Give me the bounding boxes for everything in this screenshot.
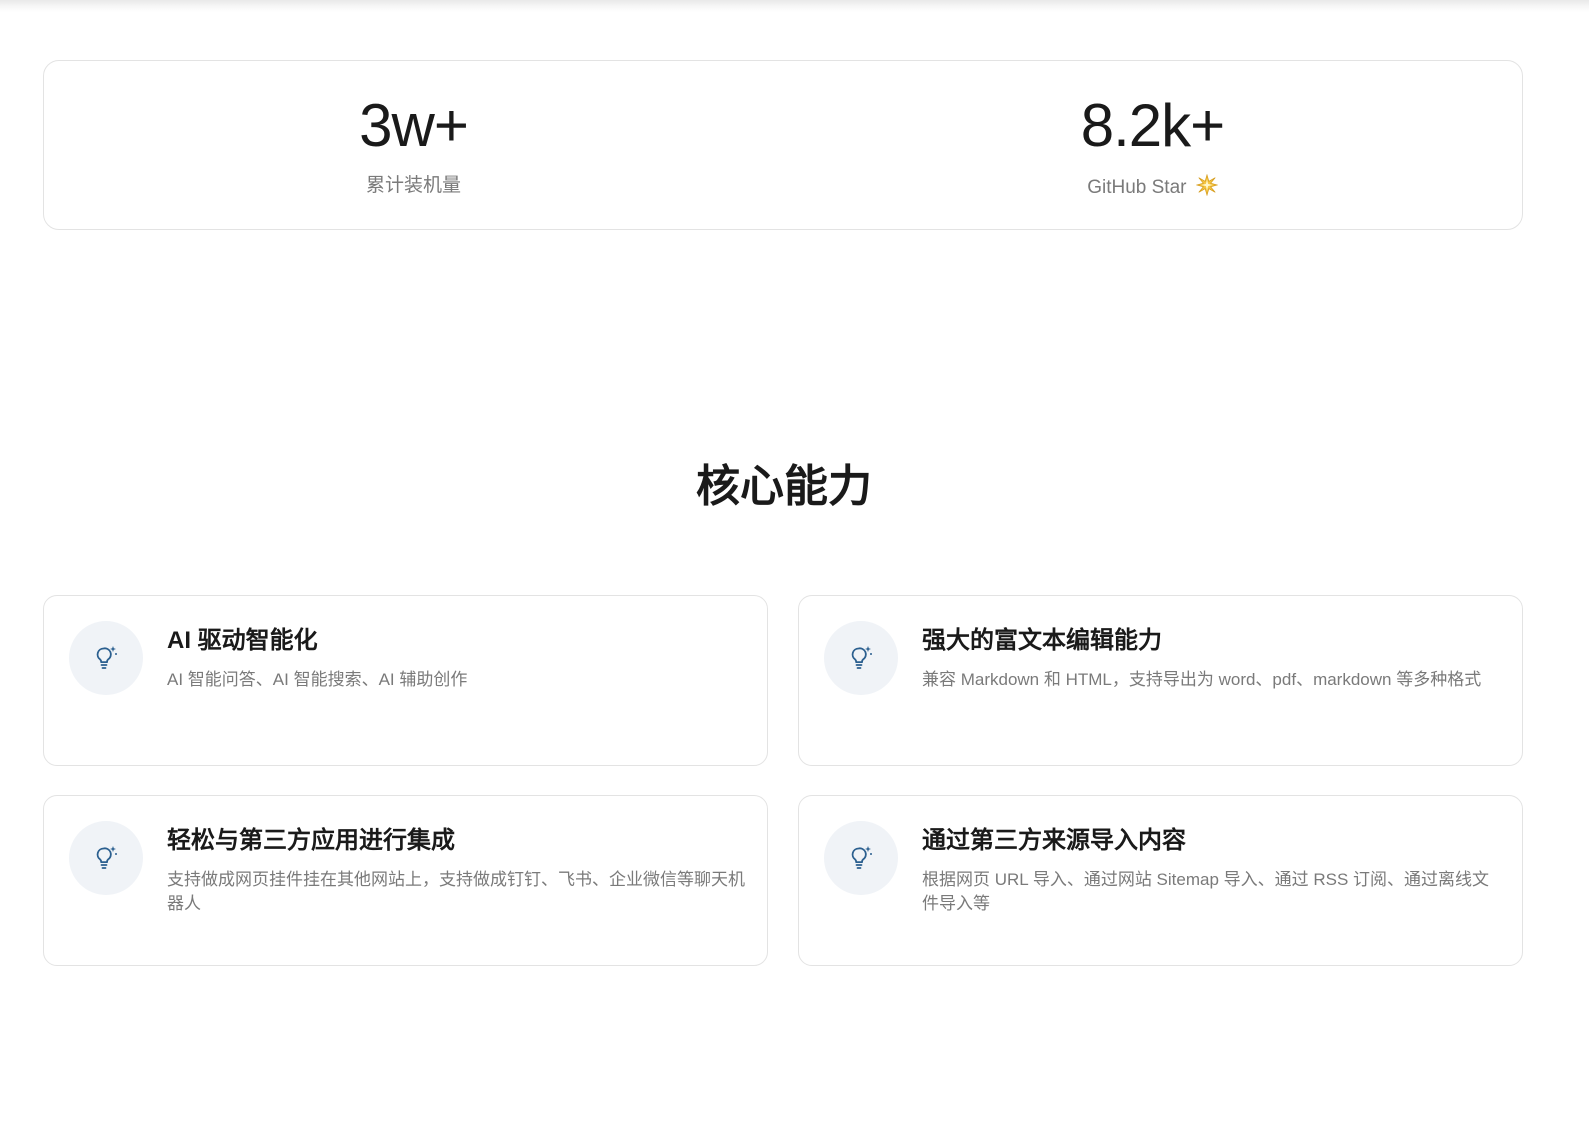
feature-icon-wrapper <box>69 621 143 695</box>
feature-icon-wrapper <box>824 821 898 895</box>
feature-title: AI 驱动智能化 <box>167 627 318 654</box>
page: 3w+ 累计装机量 8.2k+ GitHub Star 核心能力 AI 驱动智能… <box>0 0 1589 1140</box>
feature-card-ai: AI 驱动智能化 AI 智能问答、AI 智能搜索、AI 辅助创作 <box>43 595 768 766</box>
section-title: 核心能力 <box>696 462 872 511</box>
stat-github-stars: 8.2k+ GitHub Star <box>783 61 1522 229</box>
stat-label-row: GitHub Star <box>783 174 1522 200</box>
stat-value: 8.2k+ <box>1080 92 1225 159</box>
lightbulb-icon <box>96 646 117 669</box>
feature-title: 强大的富文本编辑能力 <box>922 627 1162 654</box>
feature-desc: 根据网页 URL 导入、通过网站 Sitemap 导入、通过 RSS 订阅、通过… <box>922 870 1490 913</box>
lightbulb-icon <box>851 646 872 669</box>
feature-card-rich-text: 强大的富文本编辑能力 兼容 Markdown 和 HTML，支持导出为 word… <box>798 595 1523 766</box>
stat-label: 累计装机量 <box>365 175 461 196</box>
feature-card-integration: 轻松与第三方应用进行集成 支持做成网页挂件挂在其他网站上，支持做成钉钉、飞书、企… <box>43 795 768 966</box>
feature-card-import: 通过第三方来源导入内容 根据网页 URL 导入、通过网站 Sitemap 导入、… <box>798 795 1523 966</box>
stat-label: GitHub Star <box>1087 177 1187 198</box>
feature-desc: 支持做成网页挂件挂在其他网站上，支持做成钉钉、飞书、企业微信等聊天机器人 <box>167 870 745 913</box>
stat-installs: 3w+ 累计装机量 <box>44 61 783 229</box>
feature-desc: AI 智能问答、AI 智能搜索、AI 辅助创作 <box>167 670 468 689</box>
header-shadow <box>0 0 1589 12</box>
feature-desc: 兼容 Markdown 和 HTML，支持导出为 word、pdf、markdo… <box>922 670 1482 689</box>
feature-title: 轻松与第三方应用进行集成 <box>167 827 455 854</box>
lightbulb-icon <box>96 846 117 869</box>
lightbulb-icon <box>851 846 872 869</box>
feature-title: 通过第三方来源导入内容 <box>922 827 1186 854</box>
feature-icon-wrapper <box>69 821 143 895</box>
feature-icon-wrapper <box>824 621 898 695</box>
stats-card: 3w+ 累计装机量 8.2k+ GitHub Star <box>43 60 1523 230</box>
stat-value: 3w+ <box>359 92 469 159</box>
sparkle-emoji-icon <box>1195 174 1218 196</box>
